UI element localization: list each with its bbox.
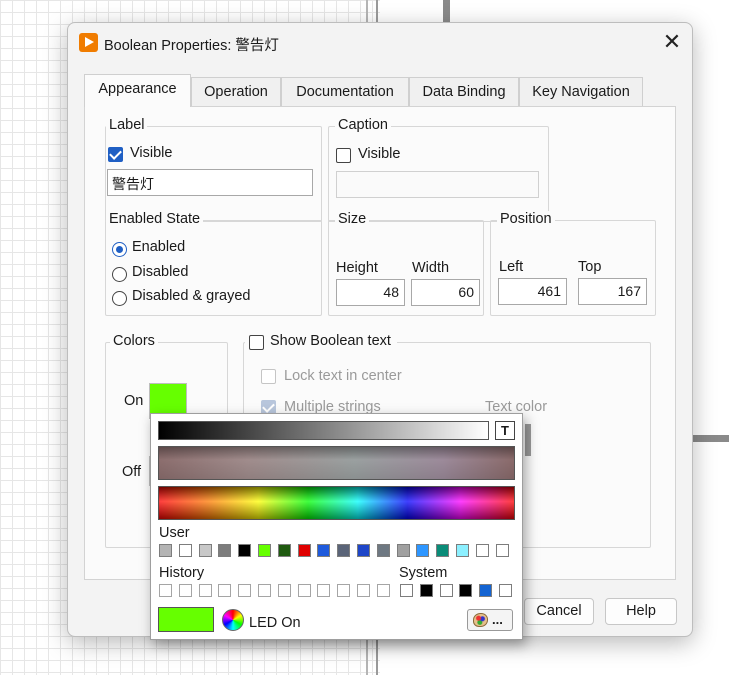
- pastel-ramp[interactable]: [158, 446, 515, 480]
- caption-text-field[interactable]: [336, 171, 539, 198]
- history-color-swatch[interactable]: [357, 584, 370, 597]
- history-colors-row: [159, 584, 390, 598]
- top-label: Top: [578, 259, 602, 275]
- grayscale-ramp[interactable]: [158, 421, 489, 440]
- left-label: Left: [499, 259, 524, 275]
- tab-documentation[interactable]: Documentation: [281, 77, 409, 106]
- lock-text-checkbox[interactable]: [261, 369, 276, 384]
- current-color-label: LED On: [249, 615, 301, 631]
- radio-disabled-label: Disabled: [132, 264, 189, 280]
- more-colors-ellipsis: ...: [492, 612, 503, 627]
- tab-appearance[interactable]: Appearance: [84, 74, 191, 107]
- system-colors-row: [400, 584, 520, 598]
- radio-disabled-grayed[interactable]: [112, 291, 127, 306]
- left-field[interactable]: 461: [498, 278, 567, 305]
- user-color-swatch[interactable]: [297, 544, 311, 557]
- radio-disabled-grayed-label: Disabled & grayed: [132, 288, 251, 304]
- user-color-swatch[interactable]: [317, 544, 331, 557]
- history-color-swatch[interactable]: [178, 584, 192, 597]
- history-color-swatch[interactable]: [337, 584, 351, 597]
- caption-visible-checkbox[interactable]: [336, 148, 351, 163]
- user-color-swatch[interactable]: [357, 544, 370, 557]
- user-color-swatch[interactable]: [258, 544, 271, 557]
- label-group-title: Label: [106, 117, 148, 133]
- label-visible-text: Visible: [130, 145, 173, 161]
- caption-visible-text: Visible: [358, 146, 401, 162]
- system-label: System: [399, 565, 448, 581]
- dialog-title: Boolean Properties: 警告灯: [104, 38, 279, 54]
- height-field[interactable]: 48: [336, 279, 405, 306]
- colors-title: Colors: [110, 333, 158, 349]
- off-color-label: Off: [122, 464, 142, 480]
- caption-group-title: Caption: [335, 117, 391, 133]
- label-visible-checkbox[interactable]: [108, 147, 123, 162]
- user-colors-label: User: [159, 525, 190, 541]
- system-color-swatch[interactable]: [479, 584, 493, 597]
- tab-data-binding[interactable]: Data Binding: [409, 77, 519, 106]
- history-color-swatch[interactable]: [159, 584, 172, 597]
- cancel-button[interactable]: Cancel: [524, 598, 594, 625]
- user-color-swatch[interactable]: [495, 544, 509, 557]
- radio-disabled[interactable]: [112, 267, 127, 282]
- user-color-swatch[interactable]: [416, 544, 430, 557]
- history-color-swatch[interactable]: [198, 584, 212, 597]
- help-button[interactable]: Help: [605, 598, 677, 625]
- user-color-swatch[interactable]: [337, 544, 351, 557]
- user-color-swatch[interactable]: [178, 544, 192, 557]
- system-color-swatch[interactable]: [439, 584, 453, 597]
- user-color-swatch[interactable]: [277, 544, 291, 557]
- history-color-swatch[interactable]: [258, 584, 271, 597]
- color-wheel-icon[interactable]: [222, 609, 244, 631]
- palette-icon: [473, 613, 488, 627]
- close-button[interactable]: ✕: [658, 29, 686, 57]
- system-color-swatch[interactable]: [459, 584, 473, 597]
- wire: [692, 435, 729, 442]
- current-color-swatch: [158, 607, 214, 632]
- height-label: Height: [336, 260, 378, 276]
- history-color-swatch[interactable]: [277, 584, 291, 597]
- history-color-swatch[interactable]: [376, 584, 390, 597]
- system-color-swatch[interactable]: [419, 584, 433, 597]
- label-text-field[interactable]: 警告灯: [107, 169, 313, 196]
- history-color-swatch[interactable]: [317, 584, 331, 597]
- user-color-swatch[interactable]: [198, 544, 212, 557]
- title-bar: Boolean Properties: 警告灯 ✕: [68, 23, 692, 63]
- more-colors-button[interactable]: ...: [467, 609, 513, 631]
- user-color-swatch[interactable]: [396, 544, 410, 557]
- transparent-text-icon[interactable]: T: [495, 421, 515, 440]
- show-boolean-text-checkbox[interactable]: [249, 335, 264, 350]
- width-field[interactable]: 60: [411, 279, 480, 306]
- size-title: Size: [335, 211, 370, 227]
- show-boolean-text-label: Show Boolean text: [270, 333, 391, 349]
- enabled-state-title: Enabled State: [106, 211, 204, 227]
- history-color-swatch[interactable]: [218, 584, 232, 597]
- user-color-swatch[interactable]: [376, 544, 390, 557]
- tab-key-navigation[interactable]: Key Navigation: [519, 77, 643, 106]
- user-color-swatch[interactable]: [218, 544, 232, 557]
- on-color-label: On: [124, 393, 144, 409]
- position-title: Position: [497, 211, 555, 227]
- width-label: Width: [412, 260, 450, 276]
- radio-enabled-label: Enabled: [132, 239, 186, 255]
- wire: [443, 0, 450, 24]
- history-color-swatch[interactable]: [238, 584, 252, 597]
- hue-ramp[interactable]: [158, 486, 515, 520]
- user-colors-row: [159, 544, 519, 558]
- system-color-swatch[interactable]: [400, 584, 413, 597]
- user-color-swatch[interactable]: [159, 544, 172, 557]
- user-color-swatch[interactable]: [436, 544, 450, 557]
- text-color-box[interactable]: [525, 424, 531, 456]
- lock-text-label: Lock text in center: [284, 368, 402, 384]
- user-color-swatch[interactable]: [238, 544, 252, 557]
- history-label: History: [159, 565, 205, 581]
- system-color-swatch[interactable]: [499, 584, 512, 597]
- top-field[interactable]: 167: [578, 278, 647, 305]
- radio-enabled[interactable]: [112, 242, 127, 257]
- user-color-swatch[interactable]: [456, 544, 469, 557]
- labview-app-icon: [79, 33, 98, 52]
- tab-operation[interactable]: Operation: [191, 77, 281, 106]
- user-color-swatch[interactable]: [475, 544, 489, 557]
- history-color-swatch[interactable]: [297, 584, 311, 597]
- color-picker-popup: T User History System LED On ...: [150, 413, 523, 640]
